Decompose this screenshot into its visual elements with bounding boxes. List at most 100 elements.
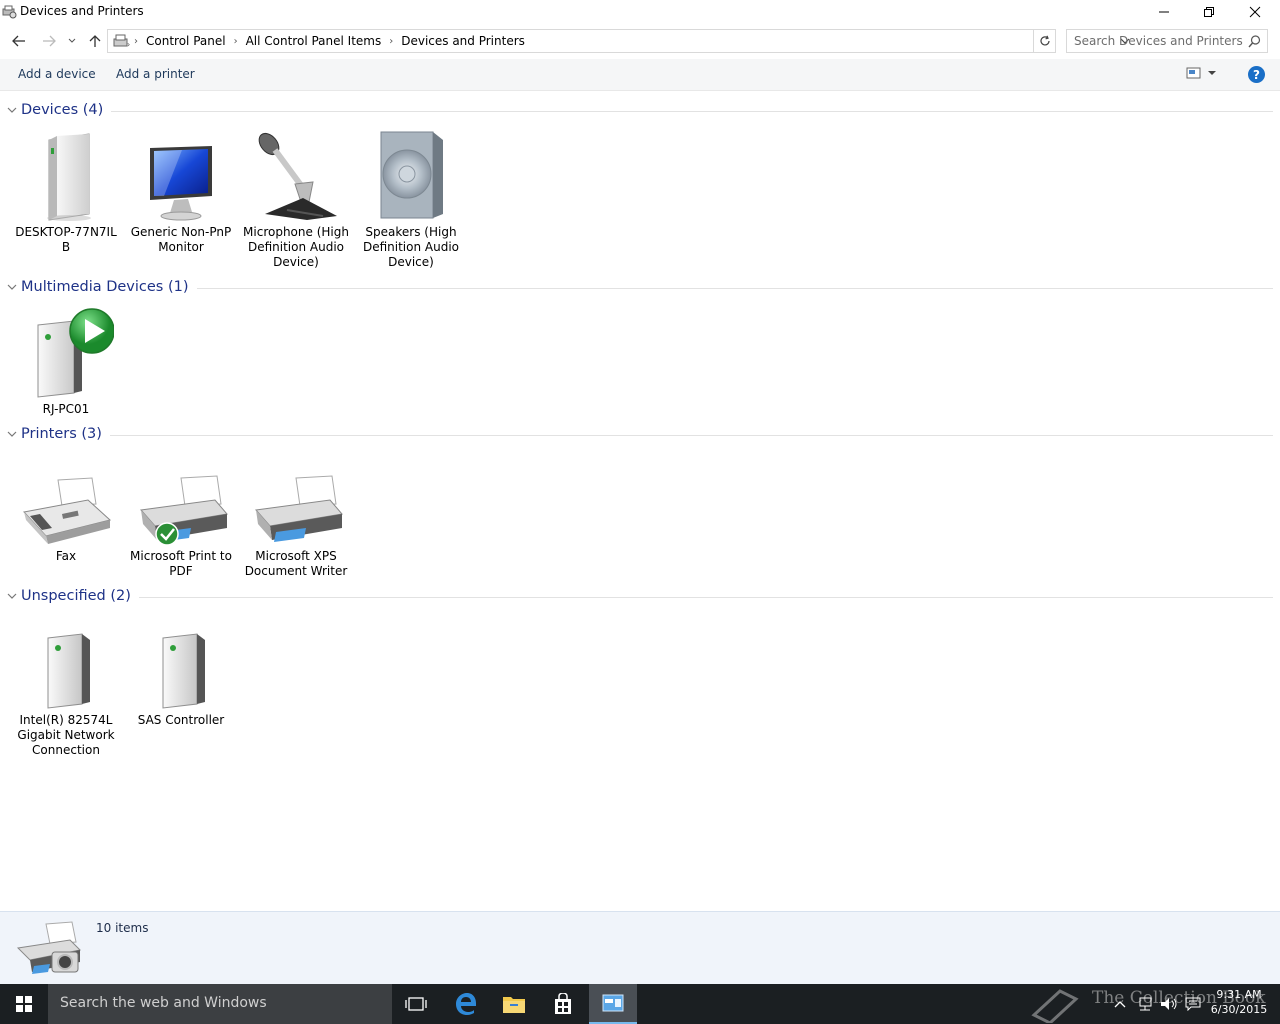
group-divider: [109, 434, 1273, 436]
folder-icon: [503, 997, 525, 1013]
group-header-printers[interactable]: Printers (3): [5, 424, 1273, 444]
control-panel-window-icon: [602, 994, 624, 1012]
arrow-up-icon: [89, 35, 101, 47]
clock-date: 6/30/2015: [1210, 1003, 1268, 1016]
network-button[interactable]: [1137, 984, 1153, 1024]
change-view-button[interactable]: [1186, 67, 1216, 79]
device-label: Generic Non-PnP Monitor: [130, 225, 232, 254]
device-label: RJ-PC01: [42, 402, 90, 416]
chevron-down-icon[interactable]: [5, 593, 19, 600]
breadcrumb-all-items[interactable]: All Control Panel Items: [238, 34, 390, 48]
refresh-button[interactable]: [1034, 29, 1056, 53]
printer-icon: [240, 448, 352, 546]
device-box-icon: [125, 612, 237, 710]
forward-button[interactable]: [38, 28, 60, 54]
search-icon[interactable]: [1248, 35, 1261, 51]
add-printer-button[interactable]: Add a printer: [116, 67, 195, 81]
printer-default-icon: [125, 448, 237, 546]
address-bar[interactable]: › › Control Panel › All Control Panel It…: [107, 29, 1130, 53]
volume-icon: [1161, 998, 1177, 1010]
device-item[interactable]: Speakers (High Definition Audio Device): [355, 124, 467, 270]
start-button[interactable]: [0, 984, 48, 1024]
group-title: Multimedia Devices (1): [21, 279, 189, 295]
edge-icon: [456, 993, 476, 1015]
title-bar: Devices and Printers: [0, 0, 1280, 24]
window-title: Devices and Printers: [20, 4, 144, 18]
device-box-icon: [10, 612, 122, 710]
network-icon: [1139, 997, 1152, 1011]
show-hidden-icons-button[interactable]: [1114, 984, 1126, 1024]
printer-item[interactable]: Microsoft XPS Document Writer: [240, 448, 352, 579]
group-header-multimedia[interactable]: Multimedia Devices (1): [5, 277, 1273, 297]
control-panel-icon: ›: [112, 33, 130, 52]
unspecified-item[interactable]: Intel(R) 82574L Gigabit Network Connecti…: [10, 612, 122, 758]
minimize-button[interactable]: [1141, 0, 1187, 24]
chevron-down-icon[interactable]: [5, 107, 19, 114]
multimedia-item[interactable]: RJ-PC01: [10, 301, 122, 417]
microphone-icon: [240, 124, 352, 222]
back-button[interactable]: [8, 28, 30, 54]
breadcrumb: › Control Panel › All Control Panel Item…: [134, 34, 533, 48]
clock[interactable]: 9:31 AM 6/30/2015: [1204, 987, 1274, 1017]
printer-item[interactable]: Microsoft Print to PDF: [125, 448, 237, 579]
restore-button[interactable]: [1186, 0, 1232, 24]
group-divider: [196, 287, 1273, 289]
clock-time: 9:31 AM: [1216, 988, 1262, 1001]
device-label: Microsoft Print to PDF: [130, 549, 232, 578]
minimize-icon: [1159, 11, 1169, 13]
store-button[interactable]: [539, 984, 587, 1024]
printer-item[interactable]: Fax: [10, 448, 122, 564]
notifications-icon: [1185, 997, 1201, 1011]
task-view-button[interactable]: [392, 984, 440, 1024]
device-item[interactable]: Microphone (High Definition Audio Device…: [240, 124, 352, 270]
group-title: Unspecified (2): [21, 588, 131, 604]
group-divider: [111, 110, 1273, 112]
group-title: Printers (3): [21, 426, 102, 442]
svg-text:›: ›: [127, 40, 130, 49]
search-input[interactable]: [1074, 33, 1244, 49]
refresh-icon: [1039, 35, 1050, 46]
volume-button[interactable]: [1160, 984, 1178, 1024]
up-button[interactable]: [86, 28, 104, 54]
devices-printers-app-icon: [2, 4, 17, 19]
details-pane: 10 items: [0, 911, 1280, 984]
taskbar-search-input[interactable]: [60, 995, 380, 1011]
search-box[interactable]: [1066, 29, 1268, 53]
address-row: › › Control Panel › All Control Panel It…: [0, 28, 1280, 54]
group-header-unspecified[interactable]: Unspecified (2): [5, 586, 1273, 606]
device-label: Microphone (High Definition Audio Device…: [243, 225, 349, 269]
device-label: DESKTOP-77N7IL B: [15, 225, 117, 254]
device-label: Intel(R) 82574L Gigabit Network Connecti…: [17, 713, 115, 757]
close-button[interactable]: [1232, 0, 1278, 24]
chevron-down-icon[interactable]: [5, 284, 19, 291]
breadcrumb-control-panel[interactable]: Control Panel: [138, 34, 234, 48]
book-watermark-icon: [1030, 984, 1080, 1024]
edge-button[interactable]: [442, 984, 490, 1024]
device-item[interactable]: DESKTOP-77N7IL B: [10, 124, 122, 255]
devices-printers-taskbar-button[interactable]: [589, 984, 637, 1024]
taskbar-search[interactable]: [48, 984, 392, 1024]
close-icon: [1249, 6, 1261, 18]
device-item[interactable]: Generic Non-PnP Monitor: [125, 124, 237, 255]
restore-icon: [1204, 7, 1214, 17]
arrow-left-icon: [12, 35, 25, 47]
printer-camera-icon: [16, 920, 82, 979]
item-count: 10 items: [96, 921, 149, 935]
device-label: SAS Controller: [137, 713, 225, 727]
recent-locations-button[interactable]: [64, 28, 80, 54]
chevron-down-icon[interactable]: [5, 431, 19, 438]
group-divider: [138, 596, 1273, 598]
add-device-button[interactable]: Add a device: [18, 67, 96, 81]
breadcrumb-devices-printers[interactable]: Devices and Printers: [393, 34, 533, 48]
taskbar: The Collection Book 9:31 AM 6/30/2015: [0, 984, 1280, 1024]
windows-logo-icon: [16, 996, 32, 1012]
monitor-icon: [125, 124, 237, 222]
group-header-devices[interactable]: Devices (4): [5, 100, 1273, 120]
store-icon: [555, 993, 571, 1014]
fax-icon: [10, 448, 122, 546]
group-title: Devices (4): [21, 102, 104, 118]
help-button[interactable]: ?: [1248, 66, 1265, 83]
action-center-button[interactable]: [1185, 984, 1201, 1024]
file-explorer-button[interactable]: [490, 984, 538, 1024]
unspecified-item[interactable]: SAS Controller: [125, 612, 237, 728]
